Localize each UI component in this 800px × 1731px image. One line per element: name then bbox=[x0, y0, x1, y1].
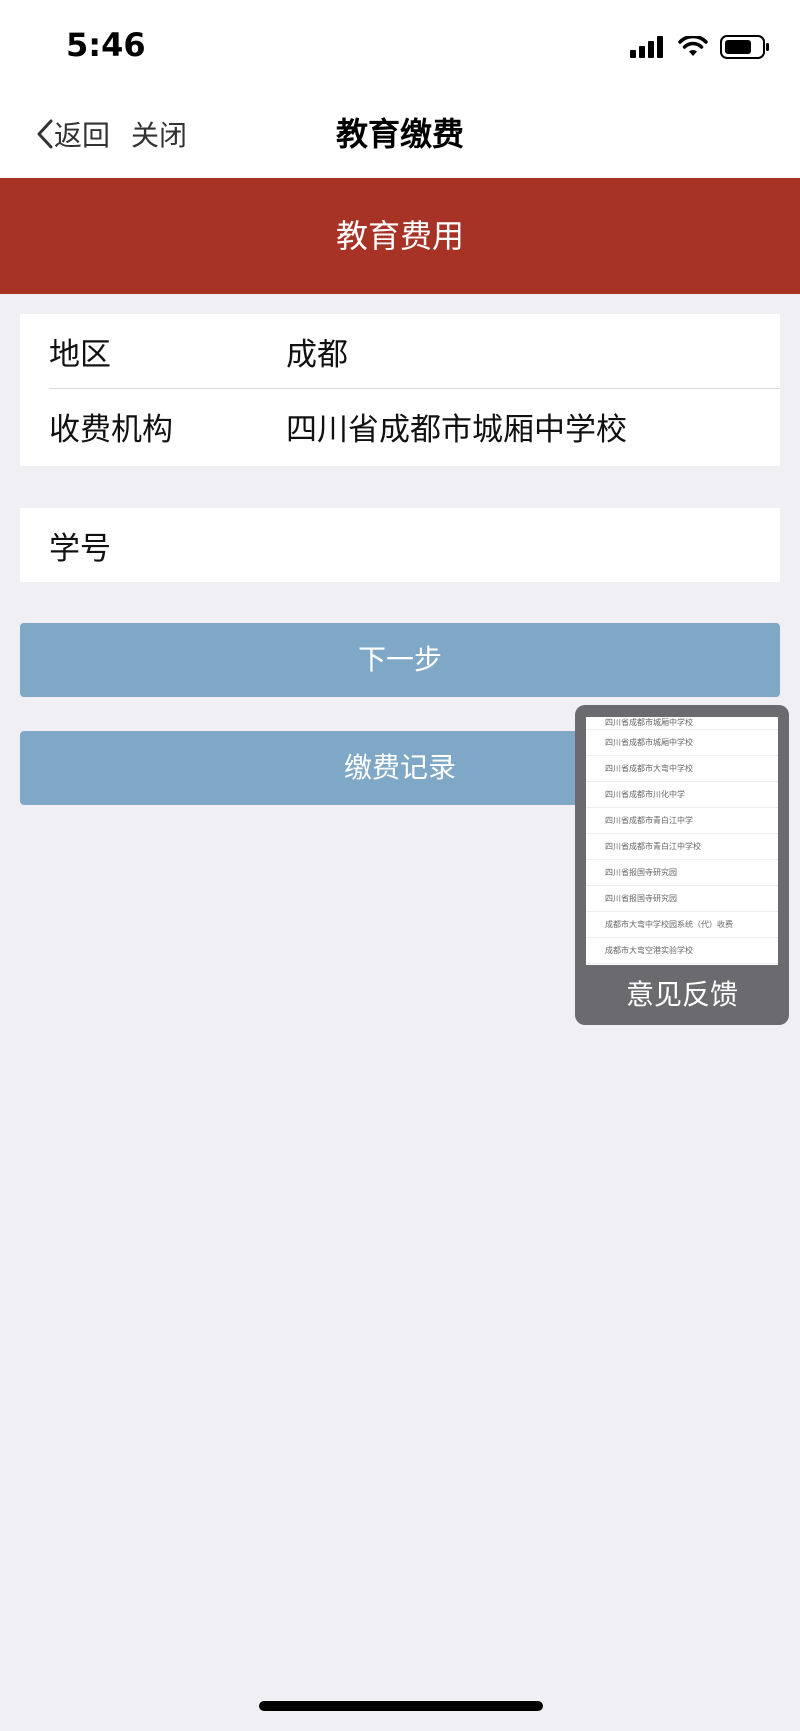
student-id-row[interactable]: 学号 bbox=[20, 508, 780, 583]
thumbnail-list-item: 四川省成都市城厢中学校 bbox=[586, 730, 778, 756]
thumbnail-list-item: 四川省成都市城厢中学校 bbox=[586, 717, 778, 730]
next-step-button[interactable]: 下一步 bbox=[20, 623, 780, 697]
thumbnail-list-item: 四川省报国寺研究园 bbox=[586, 860, 778, 886]
page-title: 教育缴费 bbox=[335, 115, 464, 153]
institution-label: 收费机构 bbox=[49, 412, 173, 448]
battery-icon bbox=[720, 35, 769, 59]
thumbnail-list-item: 四川省成都市青白江中学校 bbox=[586, 834, 778, 860]
back-button[interactable]: 返回 bbox=[36, 112, 110, 156]
student-id-label: 学号 bbox=[49, 531, 111, 567]
thumbnail-list-item: 四川省报国寺研究园 bbox=[586, 886, 778, 912]
region-value: 成都 bbox=[286, 337, 348, 373]
status-icons bbox=[630, 32, 770, 62]
section-banner: 教育费用 bbox=[0, 178, 800, 294]
thumbnail-list-item: 四川省成都市川化中学 bbox=[586, 782, 778, 808]
status-time: 5:46 bbox=[66, 26, 146, 64]
chevron-left-icon bbox=[37, 119, 53, 149]
home-indicator[interactable] bbox=[259, 1701, 543, 1711]
nav-bar: 返回 关闭 教育缴费 bbox=[0, 90, 800, 178]
feedback-screenshot-thumbnail: 四川省成都市城厢中学校 四川省成都市城厢中学校 四川省成都市大弯中学校 四川省成… bbox=[586, 717, 778, 965]
thumbnail-list-item: 成都市大弯中学校园系统（代）收费 bbox=[586, 912, 778, 938]
region-label: 地区 bbox=[49, 337, 111, 373]
close-button[interactable]: 关闭 bbox=[131, 112, 187, 156]
student-id-card: 学号 bbox=[20, 508, 780, 582]
location-card: 地区 成都 收费机构 四川省成都市城厢中学校 bbox=[20, 314, 780, 466]
region-row[interactable]: 地区 成都 bbox=[20, 314, 780, 389]
thumbnail-list-item: 成都市大弯空港实验学校 bbox=[586, 938, 778, 964]
signal-icon bbox=[630, 36, 663, 58]
feedback-label: 意见反馈 bbox=[625, 978, 738, 1011]
feedback-float-button[interactable]: 四川省成都市城厢中学校 四川省成都市城厢中学校 四川省成都市大弯中学校 四川省成… bbox=[575, 705, 789, 1025]
thumbnail-list-item: 四川省成都市大弯中学校 bbox=[586, 756, 778, 782]
back-label: 返回 bbox=[54, 119, 111, 152]
status-bar: 5:46 bbox=[0, 0, 800, 90]
institution-row[interactable]: 收费机构 四川省成都市城厢中学校 bbox=[20, 389, 780, 464]
wifi-icon bbox=[678, 36, 708, 56]
institution-value: 四川省成都市城厢中学校 bbox=[286, 412, 627, 448]
thumbnail-list-item: 四川省成都市青白江中学 bbox=[586, 808, 778, 834]
